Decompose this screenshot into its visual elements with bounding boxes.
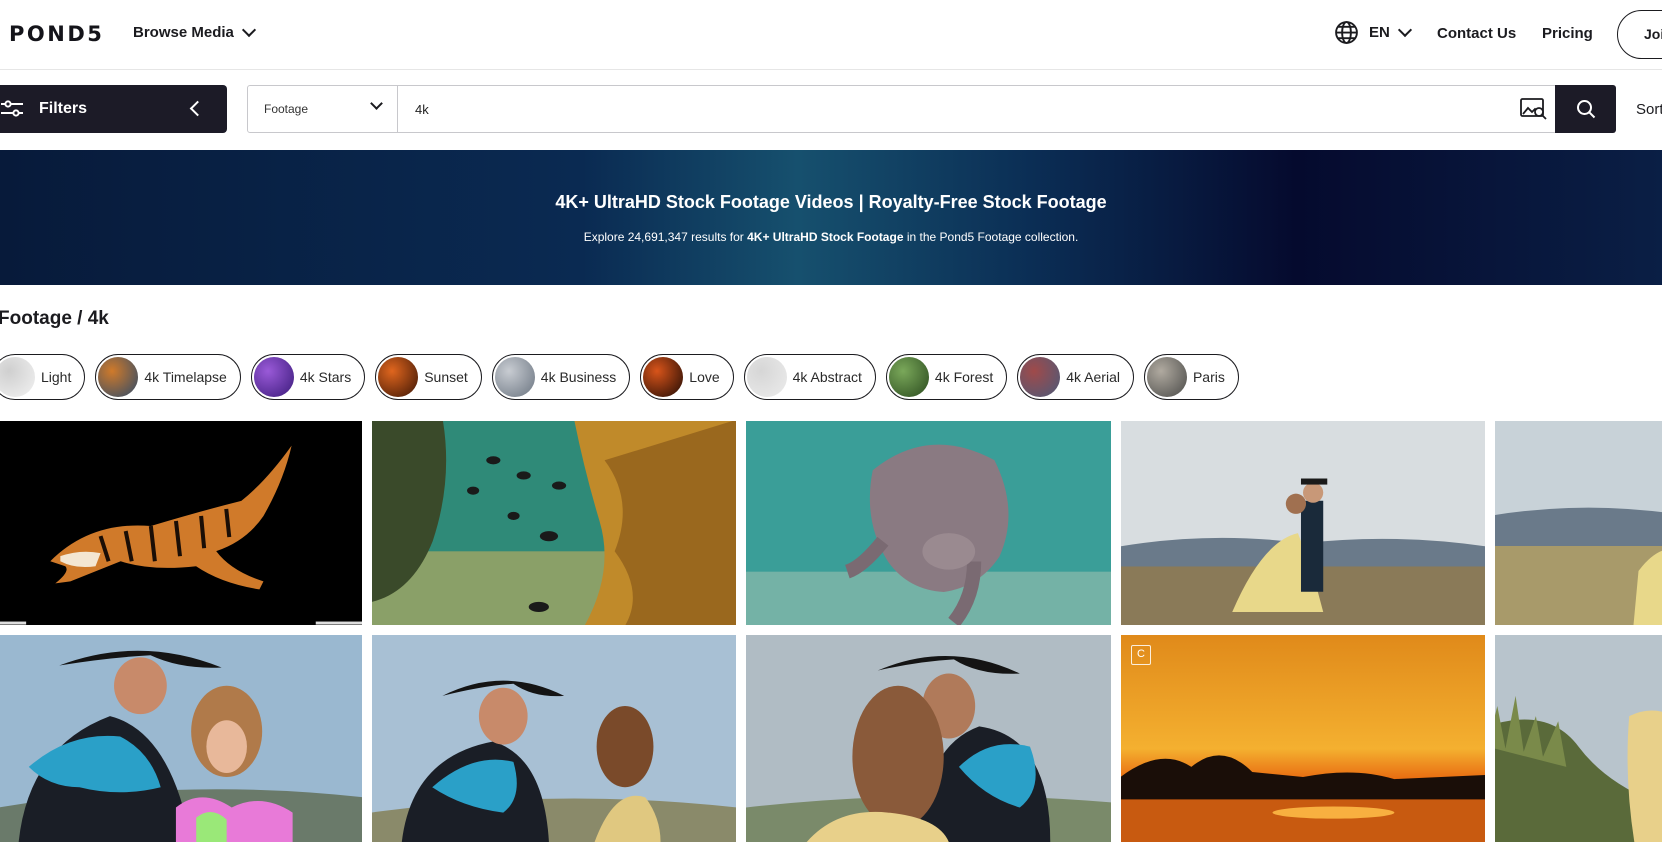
chip-label: Sunset: [424, 369, 468, 385]
clip-thumbnail: [1495, 635, 1662, 842]
top-nav: POND5 Browse Media EN Contact Us Pricing…: [0, 0, 1662, 70]
globe-icon: [1335, 21, 1358, 44]
chip-love[interactable]: Love: [640, 354, 734, 400]
hero-banner: 4K+ UltraHD Stock Footage Videos | Royal…: [0, 150, 1662, 285]
clip-thumbnail: [0, 421, 362, 625]
clip-thumbnail: [1495, 421, 1662, 625]
chip-label: 4k Aerial: [1066, 369, 1120, 385]
chip-paris[interactable]: Paris: [1143, 354, 1239, 400]
chip-sunset[interactable]: Sunset: [375, 354, 482, 400]
clip-thumbnail: [0, 635, 362, 842]
clip-thumbnail: [746, 635, 1111, 842]
result-manatee-clip[interactable]: [746, 421, 1111, 625]
chip-label: 4k Forest: [934, 369, 994, 385]
filter-sliders-icon: [1, 100, 23, 117]
chevron-down-icon: [370, 97, 383, 110]
chip-thumbnail: [253, 357, 294, 397]
image-search-icon: [1520, 98, 1547, 120]
browse-media-menu[interactable]: Browse Media: [133, 22, 256, 41]
pricing-link[interactable]: Pricing: [1542, 25, 1593, 42]
result-cowboy-couple-closeup-clip[interactable]: [0, 635, 362, 842]
chevron-down-icon: [1397, 22, 1412, 38]
browse-media-label: Browse Media: [133, 24, 234, 41]
chip-thumbnail: [1146, 357, 1187, 397]
chip-label: 4k Stars: [299, 369, 352, 385]
chip-thumbnail: [643, 357, 684, 397]
result-hillside-partial-clip[interactable]: [1495, 421, 1662, 625]
search-input[interactable]: [398, 86, 1512, 132]
media-type-select[interactable]: Footage: [248, 86, 398, 132]
filters-label: Filters: [39, 100, 88, 117]
filters-toggle-button[interactable]: Filters: [0, 85, 227, 133]
result-grass-hill-partial-clip[interactable]: [1495, 635, 1662, 842]
chip-thumbnail: [98, 357, 139, 397]
chip-thumbnail: [494, 357, 535, 397]
result-tiger-clip[interactable]: [0, 421, 362, 625]
chip-4k-aerial[interactable]: 4k Aerial: [1017, 354, 1134, 400]
chip-light[interactable]: Light: [0, 354, 86, 400]
chip-label: Paris: [1192, 369, 1225, 385]
results-summary: Explore 24,691,347 results for 4K+ Ultra…: [0, 230, 1662, 244]
collection-badge-icon: C: [1131, 645, 1151, 665]
result-reef-fish-clip[interactable]: [372, 421, 736, 625]
sort-menu[interactable]: Sort: [1636, 101, 1662, 118]
chip-label: Love: [689, 369, 720, 385]
results-summary-prefix: Explore 24,691,347 results for: [583, 230, 748, 244]
language-selector[interactable]: EN: [1334, 20, 1412, 45]
contact-us-link[interactable]: Contact Us: [1437, 25, 1516, 42]
chip-thumbnail: [1020, 357, 1061, 397]
chip-thumbnail: [746, 357, 787, 397]
pond5-logo[interactable]: POND5: [9, 22, 104, 46]
clip-thumbnail: [372, 421, 736, 625]
chip-label: 4k Business: [540, 369, 617, 385]
results-summary-collection: 4K+ UltraHD Stock Footage: [747, 230, 904, 244]
clip-thumbnail: [372, 635, 736, 842]
chip-4k-stars[interactable]: 4k Stars: [250, 354, 366, 400]
results-summary-suffix: in the Pond5 Footage collection.: [903, 230, 1079, 244]
breadcrumb: Footage / 4k: [0, 308, 109, 329]
chip-4k-timelapse[interactable]: 4k Timelapse: [95, 354, 241, 400]
search-button[interactable]: [1555, 85, 1616, 133]
chip-thumbnail: [0, 357, 35, 397]
search-bar: Footage: [247, 85, 1557, 133]
visual-search-button[interactable]: [1512, 86, 1556, 132]
chip-thumbnail: [378, 357, 419, 397]
clip-thumbnail: [746, 421, 1111, 625]
chip-thumbnail: [888, 357, 929, 397]
chip-4k-forest[interactable]: 4k Forest: [885, 354, 1008, 400]
chip-4k-abstract[interactable]: 4k Abstract: [743, 354, 876, 400]
chip-4k-business[interactable]: 4k Business: [491, 354, 631, 400]
language-label: EN: [1369, 24, 1390, 41]
clip-thumbnail: [1121, 421, 1485, 625]
chevron-down-icon: [241, 22, 256, 38]
chevron-left-icon: [189, 100, 206, 117]
clip-thumbnail: [1121, 635, 1485, 842]
media-type-value: Footage: [264, 102, 309, 116]
result-cowboy-couple-wind-clip[interactable]: [372, 635, 736, 842]
chip-label: 4k Abstract: [792, 369, 862, 385]
result-couple-hillside-clip[interactable]: [1121, 421, 1485, 625]
chip-label: 4k Timelapse: [144, 369, 227, 385]
join-button[interactable]: Join: [1617, 10, 1662, 59]
chip-label: Light: [41, 369, 72, 385]
related-search-chips: Light 4k Timelapse 4k Stars Sunset 4k Busine…: [0, 354, 1239, 400]
results-grid: C: [0, 421, 1662, 842]
result-orange-sunset-clip[interactable]: C: [1121, 635, 1485, 842]
result-cowboy-couple-kiss-clip[interactable]: [746, 635, 1111, 842]
search-icon: [1576, 100, 1595, 119]
page-title: 4K+ UltraHD Stock Footage Videos | Royal…: [555, 192, 1107, 212]
